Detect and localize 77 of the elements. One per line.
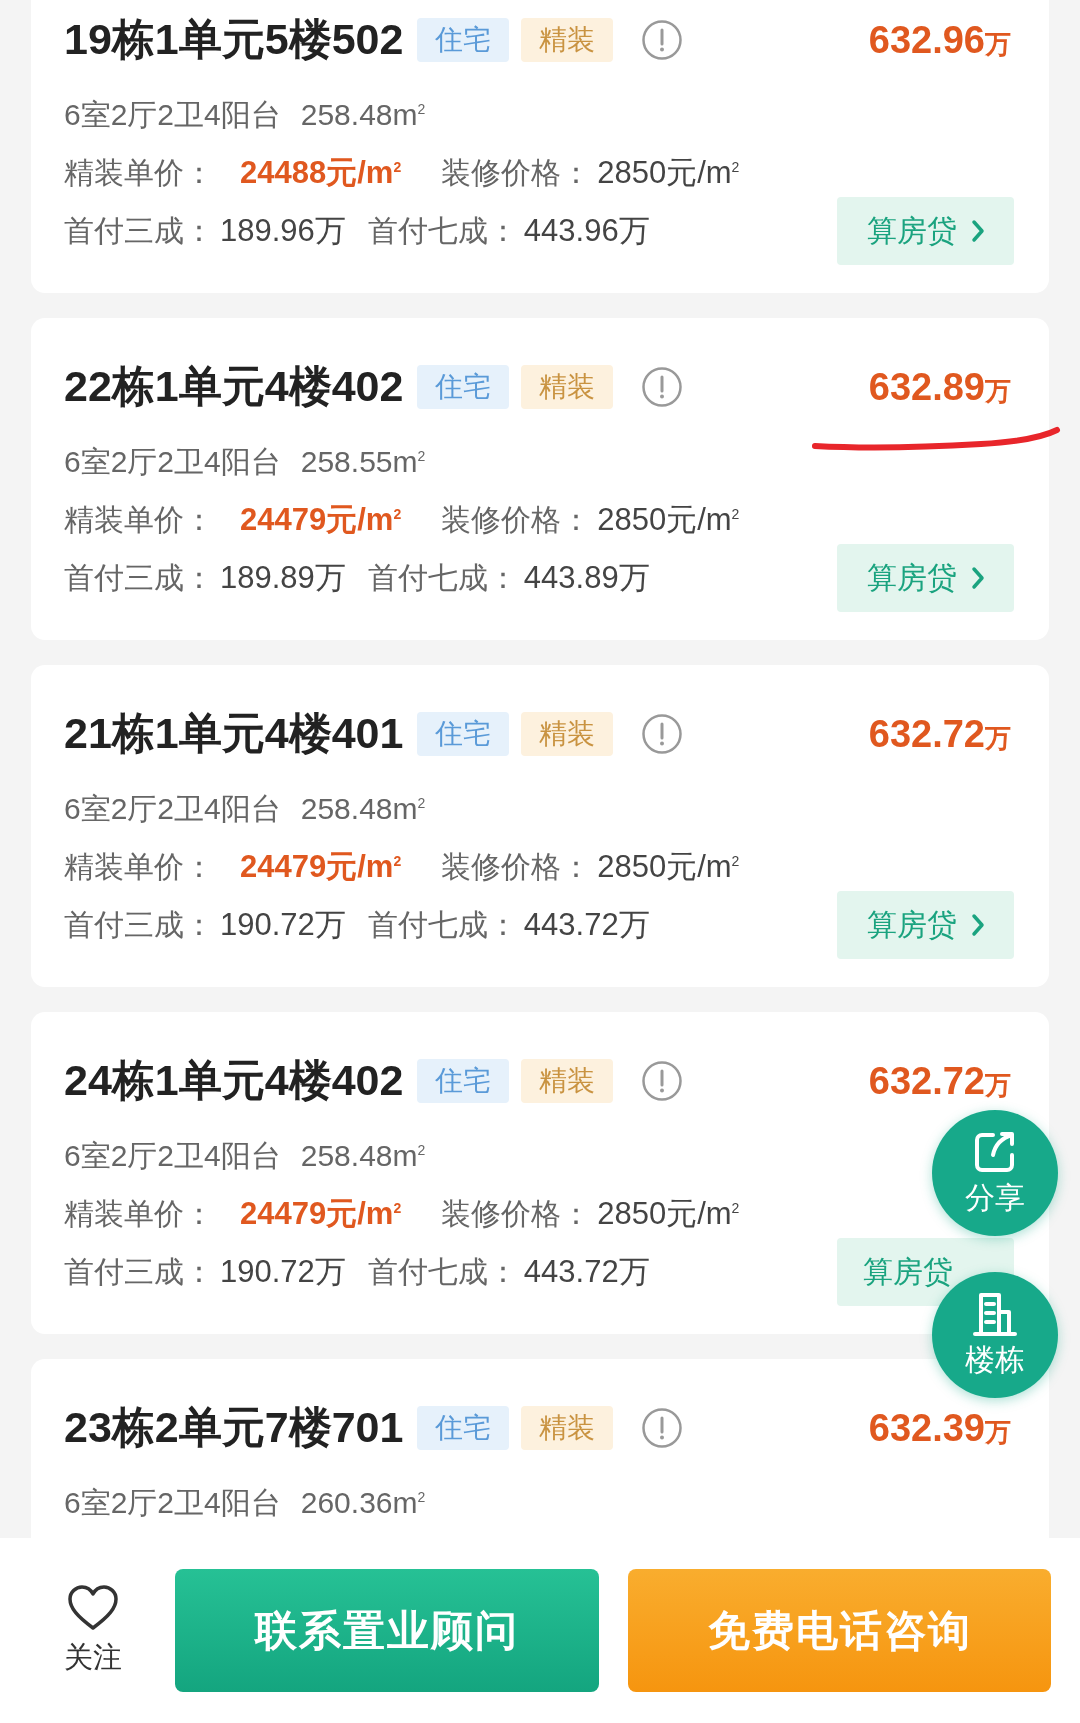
down-payment-label: 首付七成：: [367, 212, 518, 249]
tag: 精装: [521, 365, 614, 409]
renovation-price: 2850元/m$^{2}$: [597, 1195, 740, 1233]
renovation-label: 装修价格：: [441, 1195, 592, 1232]
area-text: 258.55m$^{2}$: [300, 445, 426, 479]
contact-advisor-button[interactable]: 联系置业顾问: [175, 1569, 599, 1692]
price: 632.96万: [868, 18, 1011, 62]
tag: 精装: [521, 18, 614, 62]
renovation-price: 2850元/m$^{2}$: [597, 848, 740, 886]
down-payment: 190.72万: [220, 906, 346, 944]
free-call-button[interactable]: 免费电话咨询: [628, 1569, 1051, 1692]
tag: 住宅: [417, 1059, 510, 1103]
down-payment-label: 首付七成：: [367, 906, 518, 943]
info-icon[interactable]: [641, 1060, 684, 1102]
tag: 精装: [521, 1059, 614, 1103]
tag: 精装: [521, 712, 614, 756]
follow-button[interactable]: 关注: [47, 1583, 139, 1678]
layout-text: 6室2厅2卫4阳台: [64, 96, 281, 133]
down-payment: 189.89万: [220, 559, 346, 597]
down-payment: 189.96万: [220, 212, 346, 250]
area-text: 258.48m$^{2}$: [300, 98, 426, 132]
chevron-icon: [970, 913, 985, 937]
down-payment: 443.72万: [523, 1253, 650, 1291]
unit-price: 24479元/m$^{2}$: [240, 848, 402, 886]
unit-price-label: 精装单价：: [64, 848, 214, 885]
price: 632.39万: [868, 1406, 1011, 1450]
info-icon[interactable]: [641, 713, 684, 755]
down-payment: 190.72万: [220, 1253, 346, 1291]
info-icon[interactable]: [641, 19, 684, 61]
unit-title: 21栋1单元4楼401: [64, 708, 404, 759]
down-payment-label: 首付七成：: [367, 1253, 518, 1290]
info-icon[interactable]: [641, 1407, 684, 1449]
tag: 住宅: [417, 1406, 510, 1450]
down-payment-label: 首付七成：: [367, 559, 518, 596]
layout-text: 6室2厅2卫4阳台: [64, 1137, 281, 1174]
unit-price: 24488元/m$^{2}$: [240, 154, 402, 192]
area-text: 258.48m$^{2}$: [300, 1139, 426, 1173]
area-text: 260.36m$^{2}$: [300, 1486, 426, 1520]
unit-price: 24479元/m$^{2}$: [240, 501, 402, 539]
down-payment-label: 首付三成：: [64, 1253, 214, 1290]
price: 632.72万: [868, 1059, 1011, 1103]
unit-price: 24479元/m$^{2}$: [240, 1195, 402, 1233]
chevron-icon: [970, 219, 985, 243]
tag: 精装: [521, 1406, 614, 1450]
tag: 住宅: [417, 18, 510, 62]
loan-button[interactable]: 算房贷: [837, 891, 1014, 959]
down-payment-label: 首付三成：: [64, 906, 214, 943]
down-payment: 443.96万: [523, 212, 650, 250]
layout-text: 6室2厅2卫4阳台: [64, 1484, 281, 1521]
unit-title: 23栋2单元7楼701: [64, 1402, 404, 1453]
info-icon[interactable]: [641, 366, 684, 408]
loan-button[interactable]: 算房贷: [837, 197, 1014, 265]
down-payment: 443.89万: [523, 559, 650, 597]
unit-price-label: 精装单价：: [64, 501, 214, 538]
price: 632.89万: [868, 365, 1011, 409]
down-payment-label: 首付三成：: [64, 212, 214, 249]
layout-text: 6室2厅2卫4阳台: [64, 443, 281, 480]
renovation-label: 装修价格：: [441, 501, 592, 538]
loan-button[interactable]: 算房贷: [837, 544, 1014, 612]
tag: 住宅: [417, 365, 510, 409]
renovation-label: 装修价格：: [441, 848, 592, 885]
unit-title: 22栋1单元4楼402: [64, 361, 404, 412]
price: 632.72万: [868, 712, 1011, 756]
layout-text: 6室2厅2卫4阳台: [64, 790, 281, 827]
heart-icon: [67, 1583, 119, 1632]
unit-title: 24栋1单元4楼402: [64, 1055, 404, 1106]
chevron-icon: [970, 566, 985, 590]
unit-price-label: 精装单价：: [64, 154, 214, 191]
renovation-price: 2850元/m$^{2}$: [597, 501, 740, 539]
unit-title: 19栋1单元5楼502: [64, 14, 404, 65]
renovation-label: 装修价格：: [441, 154, 592, 191]
area-text: 258.48m$^{2}$: [300, 792, 426, 826]
tag: 住宅: [417, 712, 510, 756]
unit-price-label: 精装单价：: [64, 1195, 214, 1232]
down-payment: 443.72万: [523, 906, 650, 944]
renovation-price: 2850元/m$^{2}$: [597, 154, 740, 192]
down-payment-label: 首付三成：: [64, 559, 214, 596]
